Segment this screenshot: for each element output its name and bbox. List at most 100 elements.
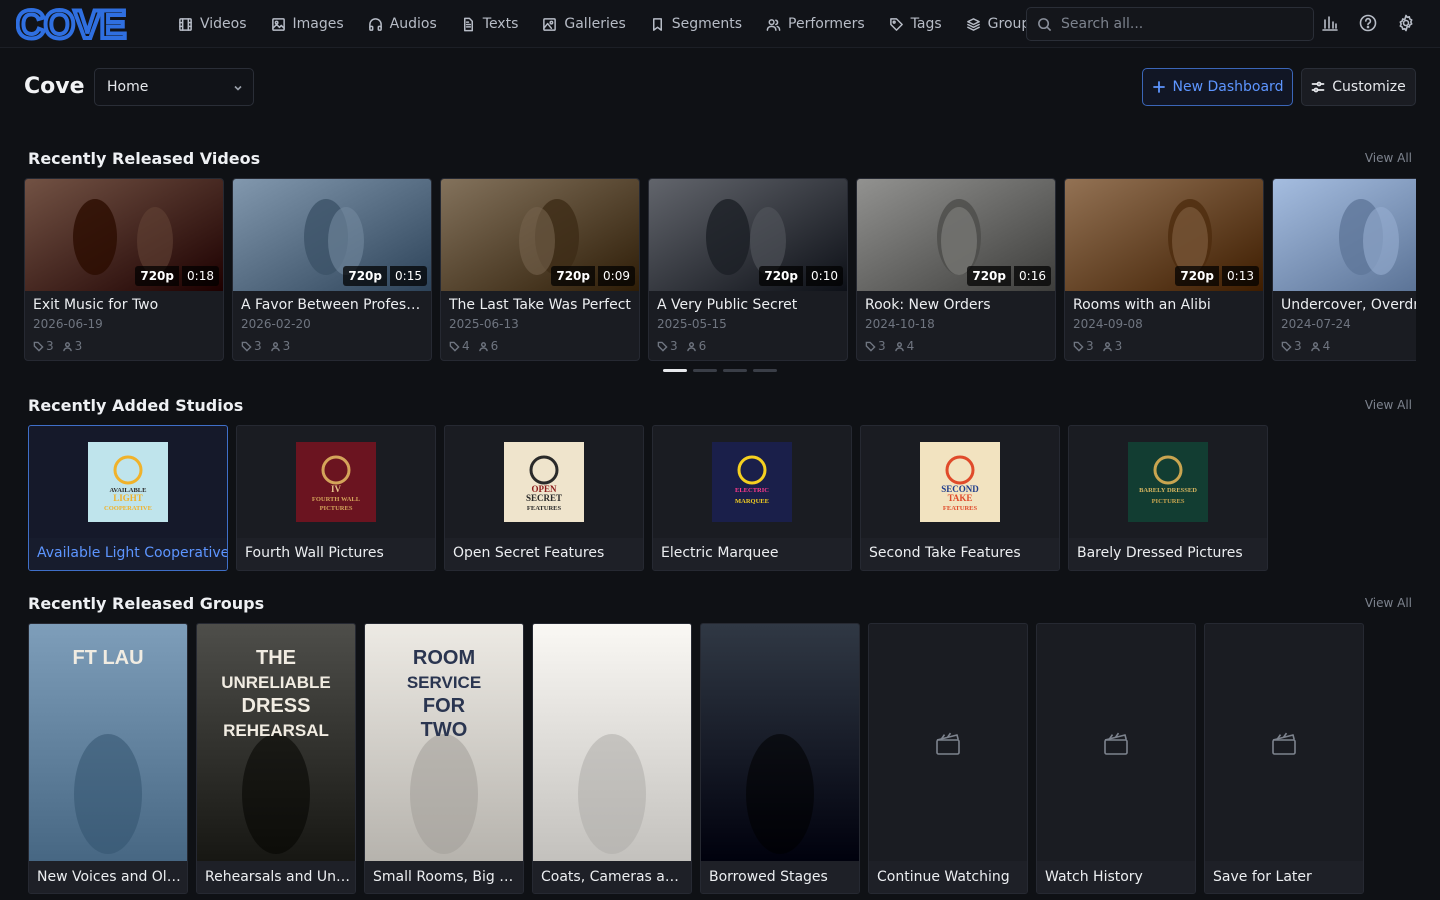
person-icon bbox=[1102, 341, 1112, 351]
figure-silhouette bbox=[137, 207, 173, 275]
carousel-dot[interactable] bbox=[663, 369, 687, 372]
studio-card[interactable]: OPEN SECRET FEATURES Open Secret Features bbox=[444, 425, 644, 571]
tag-icon bbox=[241, 341, 252, 352]
stats-button[interactable] bbox=[1321, 14, 1341, 34]
nav-texts[interactable]: Texts bbox=[449, 0, 531, 48]
tag-count: 3 bbox=[865, 339, 886, 353]
studio-card[interactable]: IV FOURTH WALL PICTURES Fourth Wall Picture… bbox=[236, 425, 436, 571]
video-title: Exit Music for Two bbox=[33, 297, 159, 313]
video-card[interactable]: 720p 0:13 Rooms with an Alibi 2024-09-08 3 3 bbox=[1064, 178, 1264, 361]
group-card[interactable]: Continue Watching bbox=[868, 623, 1028, 894]
search-input[interactable] bbox=[1061, 16, 1291, 32]
performer-count-value: 6 bbox=[490, 339, 499, 353]
figure-silhouette bbox=[73, 199, 117, 275]
settings-button[interactable] bbox=[1397, 14, 1417, 34]
video-title: A Very Public Secret bbox=[657, 297, 798, 313]
video-card[interactable]: 720pUndercover, Overdre2024-07-2434 bbox=[1272, 178, 1416, 361]
group-card[interactable]: Borrowed Stages bbox=[700, 623, 860, 894]
resolution-badge: 720p bbox=[967, 266, 1011, 286]
studio-name: Available Light Cooperative bbox=[37, 545, 228, 561]
nav-galleries[interactable]: Galleries bbox=[530, 0, 637, 48]
carousel-dot[interactable] bbox=[723, 369, 747, 372]
search-box[interactable] bbox=[1026, 7, 1314, 41]
group-card[interactable]: FT LAU New Voices and Old... bbox=[28, 623, 188, 894]
view-all-studios-link[interactable]: View All bbox=[1365, 398, 1412, 412]
nav-group-label: Group bbox=[987, 16, 1031, 32]
group-card[interactable]: Save for Later bbox=[1204, 623, 1364, 894]
tag-icon bbox=[889, 17, 903, 31]
main-nav: Videos Images Audios Texts Galleries Seg… bbox=[166, 0, 1042, 48]
poster-title-text: SERVICE bbox=[407, 673, 481, 692]
nav-tags-label: Tags bbox=[910, 16, 942, 32]
performer-count: 4 bbox=[1310, 339, 1331, 353]
help-button[interactable] bbox=[1359, 14, 1379, 34]
performer-count-value: 3 bbox=[74, 339, 83, 353]
nav-audios[interactable]: Audios bbox=[356, 0, 449, 48]
person-icon bbox=[1310, 341, 1320, 351]
headphones-icon bbox=[368, 17, 382, 31]
figure-silhouette bbox=[74, 734, 142, 854]
new-dashboard-button[interactable]: New Dashboard bbox=[1142, 68, 1293, 106]
nav-segments[interactable]: Segments bbox=[638, 0, 754, 48]
video-meta: 33 bbox=[1073, 339, 1122, 353]
group-card[interactable]: Watch History bbox=[1036, 623, 1196, 894]
video-date: 2025-05-15 bbox=[657, 317, 727, 331]
studio-logo-text: SECRET bbox=[526, 493, 562, 503]
studio-card[interactable]: SECOND TAKE FEATURES Second Take Features bbox=[860, 425, 1060, 571]
section-title-studios: Recently Added Studios bbox=[28, 396, 244, 415]
video-title: Rook: New Orders bbox=[865, 297, 991, 313]
figure-silhouette bbox=[1172, 207, 1208, 275]
nav-performers[interactable]: Performers bbox=[754, 0, 877, 48]
studio-card[interactable]: ELECTRIC MARQUEE Electric Marquee bbox=[652, 425, 852, 571]
tag-count: 4 bbox=[449, 339, 470, 353]
view-all-groups-link[interactable]: View All bbox=[1365, 596, 1412, 610]
carousel-dot[interactable] bbox=[693, 369, 717, 372]
tag-count-value: 3 bbox=[254, 339, 262, 353]
nav-videos[interactable]: Videos bbox=[166, 0, 259, 48]
video-card[interactable]: 720p 0:15 A Favor Between Professi... 2026-… bbox=[232, 178, 432, 361]
video-card[interactable]: 720p 0:18 Exit Music for Two 2026-06-19 3 3 bbox=[24, 178, 224, 361]
video-date: 2026-02-20 bbox=[241, 317, 311, 331]
plus-icon bbox=[1152, 81, 1165, 93]
cove-logo[interactable]: COVE bbox=[16, 5, 138, 43]
nav-images[interactable]: Images bbox=[259, 0, 356, 48]
studio-logo-text: FEATURES bbox=[943, 505, 978, 512]
group-card[interactable]: Coats, Cameras and... bbox=[532, 623, 692, 894]
person-icon bbox=[478, 341, 488, 351]
duration-badge: 0:18 bbox=[182, 266, 219, 286]
video-card[interactable]: 720p 0:09 The Last Take Was Perfect 2025-06… bbox=[440, 178, 640, 361]
carousel-dot[interactable] bbox=[753, 369, 777, 372]
figure-silhouette bbox=[1363, 207, 1399, 275]
studio-name: Electric Marquee bbox=[661, 545, 779, 561]
studio-card[interactable]: BARELY DRESSED PICTURES Barely Dressed Pic… bbox=[1068, 425, 1268, 571]
video-title: Rooms with an Alibi bbox=[1073, 297, 1211, 313]
video-card[interactable]: 720p 0:16 Rook: New Orders 2024-10-18 3 4 bbox=[856, 178, 1056, 361]
nav-images-label: Images bbox=[292, 16, 344, 32]
tag-count-value: 3 bbox=[1086, 339, 1094, 353]
clapperboard-icon bbox=[1101, 728, 1131, 758]
dashboard-select[interactable]: Home bbox=[94, 68, 254, 106]
group-name: Borrowed Stages bbox=[709, 869, 828, 885]
tag-count-value: 3 bbox=[46, 339, 54, 353]
group-poster bbox=[701, 624, 859, 861]
duration-badge: 0:16 bbox=[1014, 266, 1051, 286]
customize-button[interactable]: Customize bbox=[1301, 68, 1416, 106]
studio-name: Second Take Features bbox=[869, 545, 1021, 561]
group-card[interactable]: ROOM SERVICE FOR TWO Small Rooms, Big A... bbox=[364, 623, 524, 894]
video-card[interactable]: 720p 0:10 A Very Public Secret 2025-05-15 3 6 bbox=[648, 178, 848, 361]
performer-count-value: 4 bbox=[1322, 339, 1331, 353]
video-meta: 33 bbox=[33, 339, 82, 353]
performer-count: 3 bbox=[62, 339, 83, 353]
tag-count: 3 bbox=[1073, 339, 1094, 353]
group-card[interactable]: THE UNRELIABLE DRESS REHEARSAL Rehearsals an… bbox=[196, 623, 356, 894]
group-name: Save for Later bbox=[1213, 869, 1312, 885]
view-all-videos-link[interactable]: View All bbox=[1365, 151, 1412, 165]
clapperboard-icon bbox=[1269, 728, 1299, 758]
video-date: 2024-09-08 bbox=[1073, 317, 1143, 331]
studio-logo-text: TAKE bbox=[948, 493, 973, 503]
tag-count: 3 bbox=[241, 339, 262, 353]
studio-card[interactable]: AVAILABLE LIGHT COOPERATIVE Available Light… bbox=[28, 425, 228, 571]
studio-name: Barely Dressed Pictures bbox=[1077, 545, 1243, 561]
duration-badge: 0:10 bbox=[806, 266, 843, 286]
nav-tags[interactable]: Tags bbox=[877, 0, 954, 48]
